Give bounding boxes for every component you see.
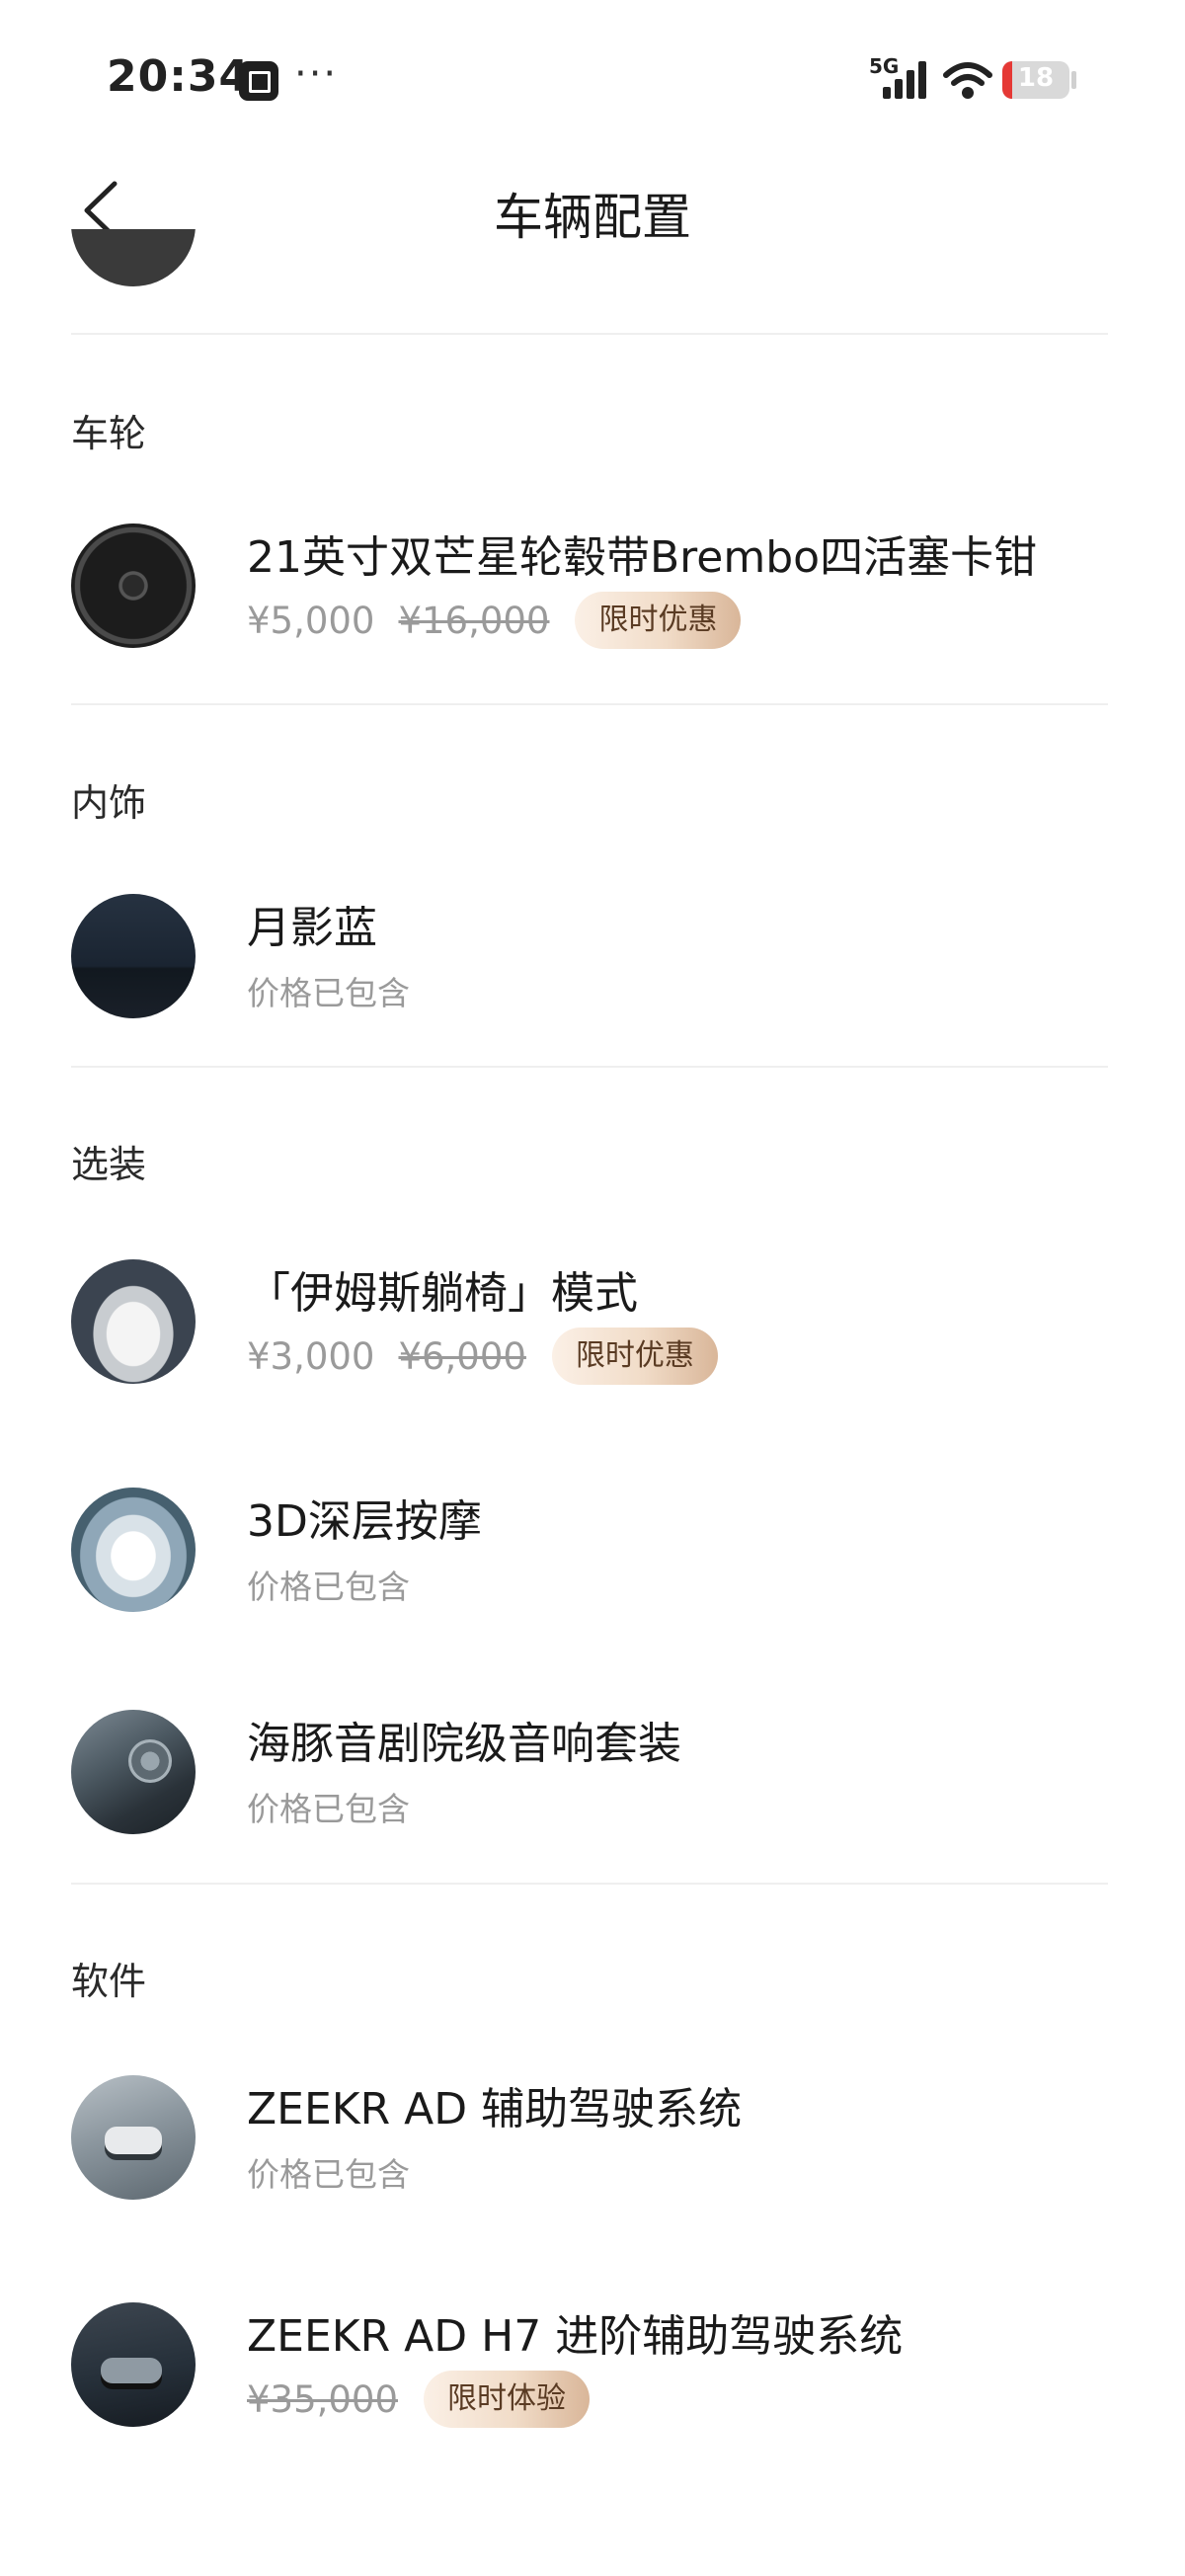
config-item-audio[interactable]: 海豚音剧院级音响套装 价格已包含	[71, 1710, 1114, 1838]
section-title-wheels: 车轮	[71, 412, 147, 455]
promo-badge: 限时优惠	[575, 592, 742, 649]
current-price: ¥3,000	[247, 1334, 375, 1378]
trial-badge: 限时体验	[424, 2371, 591, 2428]
item-name: 21英寸双芒星轮毂带Brembo四活塞卡钳	[247, 532, 1038, 583]
price-row: ¥3,000 ¥6,000 限时优惠	[247, 1327, 718, 1386]
config-item-massage[interactable]: 3D深层按摩 价格已包含	[71, 1488, 1114, 1616]
divider	[71, 333, 1108, 335]
signal-icon	[883, 61, 926, 99]
price-included-note: 价格已包含	[247, 974, 410, 1012]
original-price: ¥6,000	[398, 1334, 526, 1378]
section-title-software: 软件	[71, 1960, 147, 2003]
divider	[71, 1883, 1108, 1885]
item-name: 海豚音剧院级音响套装	[247, 1719, 681, 1769]
audio-thumbnail	[71, 1710, 196, 1834]
interior-thumbnail	[71, 894, 196, 1018]
config-item-zeekr-ad[interactable]: ZEEKR AD 辅助驾驶系统 价格已包含	[71, 2075, 1114, 2204]
price-included-note: 价格已包含	[247, 1568, 410, 1606]
wheel-thumbnail	[71, 523, 196, 648]
seat-thumbnail	[71, 1259, 196, 1384]
config-item-zeekr-ad-h7[interactable]: ZEEKR AD H7 进阶辅助驾驶系统 ¥35,000 限时体验	[71, 2302, 1114, 2431]
section-title-options: 选装	[71, 1143, 147, 1186]
item-name: ZEEKR AD H7 进阶辅助驾驶系统	[247, 2311, 904, 2362]
massage-thumbnail	[71, 1488, 196, 1612]
scrolled-item-thumbnail	[71, 229, 196, 286]
wifi-icon	[943, 62, 992, 99]
config-item-eames-mode[interactable]: 「伊姆斯躺椅」模式 ¥3,000 ¥6,000 限时优惠	[71, 1259, 1114, 1388]
battery-tip	[1071, 71, 1076, 89]
price-row: ¥5,000 ¥16,000 限时优惠	[247, 591, 742, 650]
price-included-note: 价格已包含	[247, 2155, 410, 2194]
original-price: ¥35,000	[247, 2377, 399, 2421]
status-time: 20:34	[107, 51, 251, 102]
original-price: ¥16,000	[398, 599, 550, 642]
item-name: ZEEKR AD 辅助驾驶系统	[247, 2084, 743, 2134]
section-title-interior: 内饰	[71, 781, 147, 825]
price-included-note: 价格已包含	[247, 1790, 410, 1828]
driving-assist-thumbnail	[71, 2075, 196, 2200]
config-item-wheel[interactable]: 21英寸双芒星轮毂带Brembo四活塞卡钳 ¥5,000 ¥16,000 限时优…	[71, 523, 1114, 652]
app-notification-icon	[239, 61, 278, 101]
config-item-interior[interactable]: 月影蓝 价格已包含	[71, 894, 1114, 1022]
price-row: ¥35,000 限时体验	[247, 2370, 591, 2429]
divider	[71, 703, 1108, 705]
battery-level: 18	[1017, 63, 1055, 93]
item-name: 「伊姆斯躺椅」模式	[247, 1268, 638, 1319]
advanced-driving-assist-thumbnail	[71, 2302, 196, 2427]
battery-icon: 18	[1002, 61, 1069, 99]
item-name: 月影蓝	[247, 903, 377, 953]
current-price: ¥5,000	[247, 599, 375, 642]
promo-badge: 限时优惠	[551, 1328, 718, 1385]
divider	[71, 1066, 1108, 1068]
item-name: 3D深层按摩	[247, 1496, 482, 1547]
more-notifications-icon: ···	[294, 51, 339, 97]
status-bar: 20:34 ··· 5G 18	[0, 0, 1185, 148]
